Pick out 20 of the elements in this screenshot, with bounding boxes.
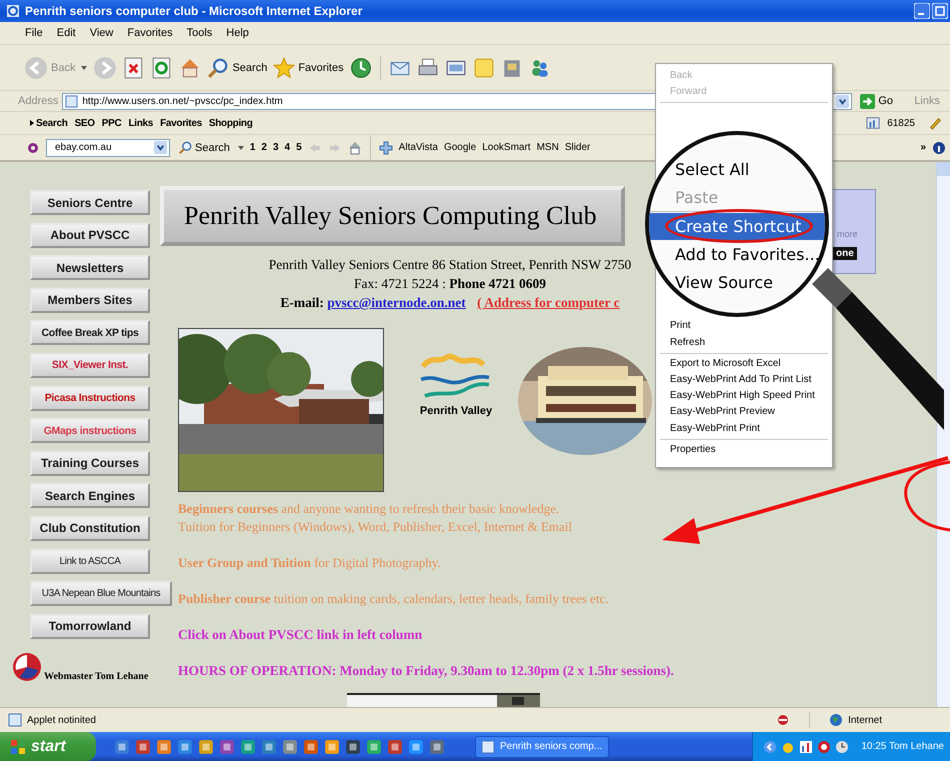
email-label: E-mail: — [280, 295, 324, 310]
info-text: Tuition for Beginners (Windows), Word, Publisher, Excel, Internet & Email — [178, 518, 573, 536]
counter-text: 61825 — [887, 118, 915, 128]
window-title: Penrith seniors computer club - Microsoft Internet Explorer — [25, 4, 362, 18]
logo-text: Penrith Valley — [420, 405, 492, 417]
phone-text: Fax: 4721 5224 : Phone 4721 0609 — [354, 275, 546, 293]
info-text: User Group and Tuition for Digital Photography. — [178, 554, 442, 572]
site-banner: Penrith Valley Seniors Computing Club — [160, 186, 625, 246]
webmaster-credit: Webmaster Tom Lehane — [44, 671, 148, 682]
address-label: Address — [18, 95, 58, 107]
info-text: Publisher course tuition on making cards, calendars, letter heads, family trees etc. — [178, 590, 610, 608]
info-text: Click on About PVSCC link in left column — [178, 626, 424, 644]
side-label: one — [833, 247, 857, 260]
zone-text: Internet — [848, 714, 882, 726]
status-text: Applet notinited — [27, 714, 96, 726]
info-text: Beginners courses and anyone wanting to refresh their basic knowledge. — [178, 500, 560, 518]
info-text: HOURS OF OPERATION: Monday to Friday, 9.30am to 12.30pm (2 x 1.5hr sessions). — [178, 662, 675, 680]
side-text: more — [837, 229, 858, 239]
clock-text: 10:25 Tom Lehane — [861, 741, 944, 752]
address-text: Penrith Valley Seniors Centre 86 Station Street, Penrith NSW 2750 — [268, 256, 632, 274]
